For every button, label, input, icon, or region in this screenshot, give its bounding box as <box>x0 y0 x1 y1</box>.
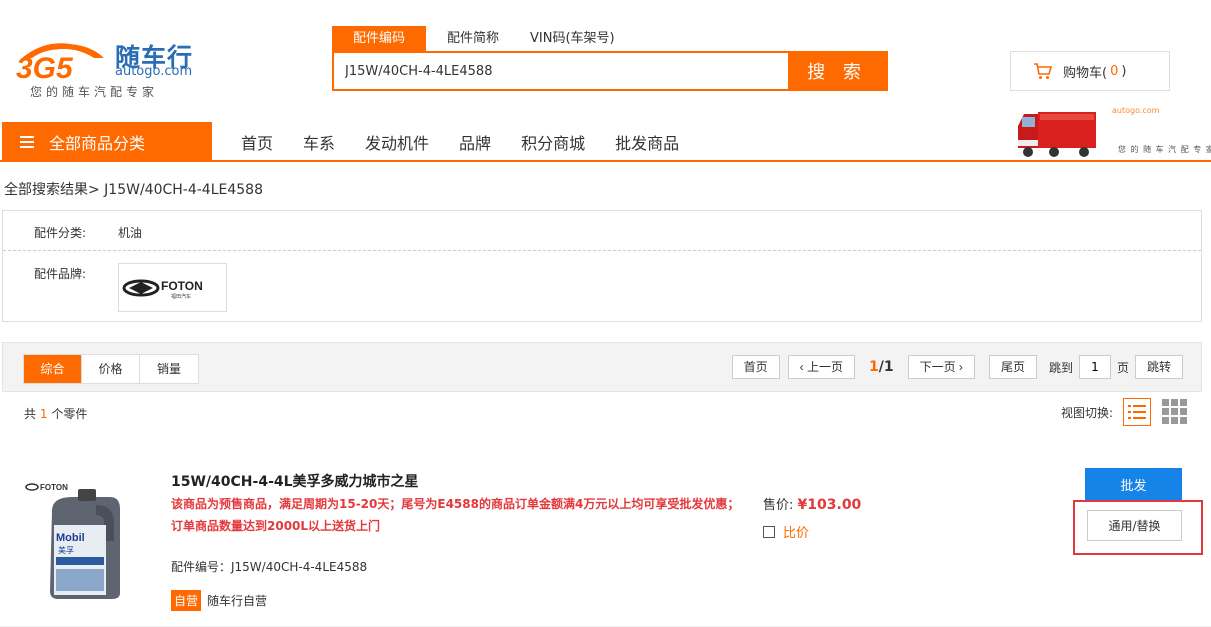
compare-checkbox[interactable]: 比价 <box>763 522 809 541</box>
grid-view-button[interactable] <box>1161 398 1189 426</box>
price-label: 售价: <box>763 498 794 513</box>
nav-points-mall[interactable]: 积分商城 <box>521 130 585 154</box>
product-image[interactable]: FOTON Mobil 美孚 <box>24 475 134 600</box>
product-image-mobil: Mobil <box>56 532 85 544</box>
product-item: FOTON Mobil 美孚 15W/40CH-4-4L美孚多威力城市之星 该商… <box>0 455 1211 627</box>
search-button[interactable]: 搜 索 <box>788 53 886 89</box>
view-switch: 视图切换: <box>1061 398 1189 426</box>
banner-slogan: 您 的 随 车 汽 配 专 家 <box>1118 145 1211 154</box>
pager-go-button[interactable]: 跳转 <box>1134 355 1183 379</box>
sort-price[interactable]: 价格 <box>82 355 140 383</box>
self-operated-text: 随车行自营 <box>207 594 268 608</box>
search-area: 配件编码 配件简称 VIN码(车架号) 搜 索 <box>332 26 888 92</box>
product-image-cn: 美孚 <box>58 545 74 555</box>
foton-logo-text: FOTON <box>161 279 203 293</box>
product-seller: 自营 随车行自营 <box>171 590 267 611</box>
pager-page-unit: 页 <box>1116 360 1129 375</box>
product-notice: 该商品为预售商品，满足周期为15-20天；尾号为E4588的商品订单金额满4万元… <box>171 497 740 533</box>
banner-brand: autogo.com <box>1112 106 1160 115</box>
pagination: 首页 ‹ 上一页 1/1 下一页 › 尾页 跳到 页 跳转 <box>731 355 1183 379</box>
search-tab-part-code[interactable]: 配件编码 <box>332 26 427 51</box>
pager-current: 1 <box>868 359 879 375</box>
pager-prev-button[interactable]: ‹ 上一页 <box>787 355 855 379</box>
main-nav: 首页 车系 发动机件 品牌 积分商城 批发商品 <box>226 122 694 162</box>
result-count-number: 1 <box>39 407 48 421</box>
nav-engine-parts[interactable]: 发动机件 <box>365 130 429 154</box>
cart-label: 购物车( <box>1063 65 1108 81</box>
replace-button[interactable]: 通用/替换 <box>1087 510 1182 541</box>
pager-first-button[interactable]: 首页 <box>731 355 780 379</box>
wholesale-button[interactable]: 批发 <box>1085 468 1182 500</box>
pager-total: /1 <box>878 359 894 375</box>
pager-next-label: 下一页 <box>919 360 956 374</box>
pager-jump-label: 跳到 <box>1048 360 1073 375</box>
sort-bar: 综合 价格 销量 首页 ‹ 上一页 1/1 下一页 › 尾页 跳到 页 跳转 <box>2 342 1202 392</box>
nav-wholesale[interactable]: 批发商品 <box>615 130 679 154</box>
cart-label-suffix: ) <box>1121 63 1127 79</box>
grid-view-icon <box>1162 399 1188 424</box>
product-image-brand: FOTON <box>40 483 68 492</box>
filter-category-label: 配件分类: <box>34 226 87 240</box>
filter-panel: 配件分类: 机油 配件品牌: FOTON 福田汽车 <box>2 210 1202 322</box>
site-logo[interactable]: 3G5 随车行 autogo.com 您的随车汽配专家 <box>14 36 214 100</box>
result-count-suffix: 个零件 <box>51 407 88 421</box>
sort-sales[interactable]: 销量 <box>140 355 198 383</box>
search-tabs: 配件编码 配件简称 VIN码(车架号) <box>332 26 625 51</box>
view-switch-label: 视图切换: <box>1061 405 1114 420</box>
breadcrumb[interactable]: 全部搜索结果> J15W/40CH-4-4LE4588 <box>4 179 263 199</box>
list-view-icon <box>1128 405 1147 419</box>
nav-brand[interactable]: 品牌 <box>459 130 491 154</box>
filter-row-category: 配件分类: 机油 <box>3 211 1201 251</box>
foton-logo-subtext: 福田汽车 <box>171 293 191 300</box>
product-part-number: 配件编号：J15W/40CH-4-4LE4588 <box>171 560 368 574</box>
sort-group: 综合 价格 销量 <box>23 354 199 384</box>
compare-label: 比价 <box>783 526 810 541</box>
nav-car-series[interactable]: 车系 <box>303 130 335 154</box>
pager-jump-input[interactable] <box>1078 355 1111 379</box>
filter-category-value[interactable]: 机油 <box>118 224 142 241</box>
logo-slogan: 您的随车汽配专家 <box>30 85 159 99</box>
product-price: 售价: ¥103.00 <box>763 494 861 513</box>
logo-name-en: autogo.com <box>115 64 193 79</box>
nav-home[interactable]: 首页 <box>241 130 273 154</box>
brand-logo-foton[interactable]: FOTON 福田汽车 <box>118 263 227 312</box>
logo-mark-text: 3G5 <box>16 52 74 82</box>
list-view-button[interactable] <box>1123 398 1152 426</box>
cart-count: 0 <box>1110 63 1119 79</box>
pager-prev-label: 上一页 <box>806 360 843 374</box>
nav-divider <box>0 160 1211 162</box>
price-value: ¥103.00 <box>797 497 862 513</box>
search-box: 搜 索 <box>332 51 888 91</box>
search-tab-vin[interactable]: VIN码(车架号) <box>520 26 625 51</box>
truck-icon <box>1018 112 1096 157</box>
logo-mark-icon: 3G5 <box>16 43 104 82</box>
result-count-prefix: 共 <box>24 407 37 421</box>
cart-icon <box>1034 63 1053 79</box>
cart-button[interactable]: 购物车( 0 ) <box>1010 51 1170 91</box>
sort-comprehensive[interactable]: 综合 <box>24 355 82 383</box>
oil-bottle-image: FOTON Mobil 美孚 <box>25 483 120 599</box>
foton-logo-icon: FOTON 福田汽车 <box>122 279 203 300</box>
menu-icon <box>20 136 34 148</box>
filter-brand-label: 配件品牌: <box>34 267 87 281</box>
all-categories-button[interactable]: 全部商品分类 <box>2 122 212 162</box>
result-count: 共 1 个零件 <box>24 405 87 422</box>
compare-checkbox-box[interactable] <box>763 525 775 538</box>
search-tab-part-name[interactable]: 配件简称 <box>426 26 520 51</box>
header-banner: autogo.com 您 的 随 车 汽 配 专 家 <box>1010 100 1211 160</box>
search-input[interactable] <box>334 53 788 89</box>
self-operated-badge: 自营 <box>171 590 202 611</box>
pager-next-button[interactable]: 下一页 › <box>907 355 975 379</box>
product-title[interactable]: 15W/40CH-4-4L美孚多威力城市之星 <box>171 471 419 491</box>
pager-info: 1/1 <box>869 359 894 375</box>
all-categories-label: 全部商品分类 <box>49 134 146 153</box>
pager-last-button[interactable]: 尾页 <box>988 355 1037 379</box>
